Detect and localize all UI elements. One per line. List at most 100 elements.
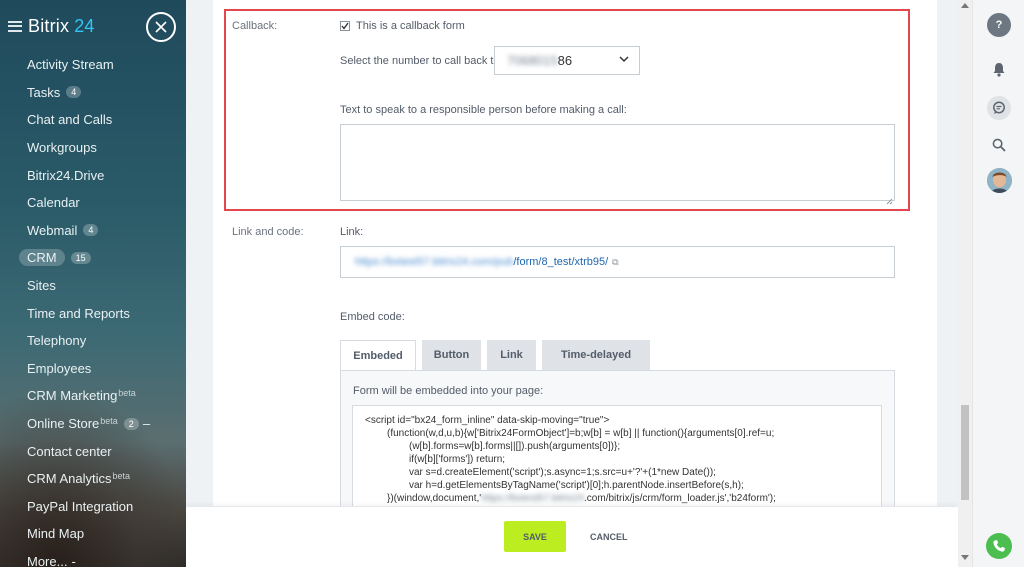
sidebar-item-label: Workgroups [27, 140, 97, 156]
sidebar-item[interactable]: Webmail 4 [0, 217, 186, 245]
sidebar-item-label: Telephony [27, 333, 87, 349]
sidebar-item[interactable]: PayPal Integration [0, 493, 186, 521]
link-label: Link: [340, 226, 364, 238]
sidebar-item[interactable]: Chat and Calls [0, 106, 186, 134]
sidebar-item[interactable]: Telephony [0, 327, 186, 355]
speak-text-input[interactable] [340, 124, 895, 201]
scrollbar[interactable] [958, 0, 972, 567]
sidebar-item-label: Online Store [27, 416, 100, 432]
sidebar-item[interactable]: Online Store beta 2– [0, 410, 186, 438]
number-visible: 86 [557, 53, 573, 68]
sidebar-item[interactable]: CRM 15 [0, 244, 186, 272]
help-icon[interactable]: ? [987, 13, 1011, 37]
collapse-marker: - [71, 553, 76, 567]
sidebar-item-label: Employees [27, 360, 92, 376]
sidebar: Bitrix 24 Activity Stream Tasks 4 Chat and C… [0, 0, 186, 567]
counter-badge: 4 [83, 224, 99, 237]
sidebar-item-label: Activity Stream [27, 57, 114, 73]
sidebar-item[interactable]: Mind Map [0, 520, 186, 548]
link-and-code-label: Link and code: [232, 226, 304, 238]
bell-icon[interactable] [987, 57, 1011, 81]
sidebar-item[interactable]: Bitrix24.Drive [0, 161, 186, 189]
sidebar-item-label: Contact center [27, 443, 112, 459]
search-icon[interactable] [987, 133, 1011, 157]
form-link[interactable]: /form/8_test/xtrb95/ [513, 256, 608, 268]
scroll-up-icon[interactable] [958, 2, 972, 12]
callback-checkbox-label: This is a callback form [356, 20, 465, 32]
code-line: var s=d.createElement('script');s.async=… [409, 467, 716, 478]
save-button[interactable]: SAVE [504, 521, 566, 552]
logo[interactable]: Bitrix 24 [8, 12, 95, 40]
callback-checkbox-row[interactable]: This is a callback form [340, 20, 465, 32]
scrollbar-thumb[interactable] [961, 405, 969, 500]
code-line: (function(w,d,u,b){w['Bitrix24FormObject… [387, 428, 775, 439]
embed-panel: Form will be embedded into your page: <s… [340, 370, 895, 507]
sidebar-item-label: PayPal Integration [27, 498, 134, 514]
beta-tag: beta [100, 415, 118, 426]
sidebar-item-label: CRM [19, 249, 65, 267]
external-link-icon[interactable]: ⧉ [612, 257, 618, 268]
counter-badge: 4 [66, 86, 82, 99]
code-line: (w[b].forms=w[b].forms||[]).push(argumen… [409, 441, 621, 452]
embed-code-label: Embed code: [340, 311, 405, 323]
sidebar-item-label: More... [27, 553, 68, 567]
tab-link[interactable]: Link [487, 340, 536, 370]
sidebar-item-label: Sites [27, 278, 56, 294]
right-toolbar: ? [972, 0, 1024, 567]
menu-icon[interactable] [8, 20, 22, 32]
speak-text-label: Text to speak to a responsible person be… [340, 104, 627, 116]
phone-icon[interactable] [986, 533, 1012, 559]
chat-icon[interactable] [987, 96, 1011, 120]
callback-number-select[interactable]: 7068015 86 [494, 46, 640, 75]
sidebar-item-label: CRM Analytics [27, 471, 112, 487]
close-icon[interactable] [146, 12, 176, 42]
footer-bar: SAVE CANCEL [186, 506, 958, 567]
code-blurred: https://bxtest57.bitrix24 [481, 493, 585, 504]
tab-embeded[interactable]: Embeded [340, 340, 416, 371]
sidebar-item-label: Chat and Calls [27, 112, 113, 128]
form-link-field[interactable]: https://bxtest57.bitrix24.com/pub /form/… [340, 246, 895, 278]
avatar[interactable] [987, 168, 1012, 193]
beta-tag: beta [118, 388, 136, 399]
callback-checkbox[interactable] [340, 21, 350, 31]
sidebar-nav: Activity Stream Tasks 4 Chat and Calls Workg… [0, 51, 186, 567]
select-number-label: Select the number to call back to: [340, 55, 503, 67]
embed-tabs: Embeded Button Link Time-delayed [340, 340, 656, 371]
beta-tag: beta [112, 470, 131, 481]
sidebar-item[interactable]: CRM Analytics beta [0, 465, 186, 493]
collapse-marker: – [142, 416, 151, 432]
code-line: <script id="bx24_form_inline" data-skip-… [365, 415, 610, 426]
sidebar-item-label: Calendar [27, 195, 80, 211]
code-line: if(w[b]['forms']) return; [409, 454, 506, 465]
callback-label: Callback: [232, 20, 278, 32]
tab-button[interactable]: Button [422, 340, 481, 370]
resize-handle[interactable] [886, 192, 893, 205]
brand-name: Bitrix 24 [28, 15, 95, 36]
tab-time-delayed[interactable]: Time-delayed [542, 340, 650, 370]
code-line: var h=d.getElementsByTagName('script')[0… [409, 480, 744, 491]
sidebar-item[interactable]: Workgroups [0, 134, 186, 162]
panel-note: Form will be embedded into your page: [353, 385, 544, 397]
sidebar-item[interactable]: Sites [0, 272, 186, 300]
code-fragment: .com/bitrix/js/crm/form_loader.js','b24f… [584, 493, 776, 504]
sidebar-item[interactable]: More... - [0, 548, 186, 567]
sidebar-item-label: Webmail [27, 222, 78, 238]
sidebar-item[interactable]: Time and Reports [0, 299, 186, 327]
cancel-button[interactable]: CANCEL [590, 521, 628, 552]
sidebar-item-label: Time and Reports [27, 305, 130, 321]
scroll-down-icon[interactable] [958, 555, 972, 565]
counter-badge: 2 [123, 417, 139, 430]
sidebar-item[interactable]: Calendar [0, 189, 186, 217]
sidebar-item[interactable]: CRM Marketing beta [0, 382, 186, 410]
number-blurred: 7068015 [507, 53, 558, 68]
sidebar-item[interactable]: Contact center [0, 437, 186, 465]
embed-code-box[interactable]: <script id="bx24_form_inline" data-skip-… [352, 405, 882, 507]
sidebar-item[interactable]: Employees [0, 355, 186, 383]
code-fragment: })(window,document,' [387, 493, 482, 504]
sidebar-item-label: Mind Map [27, 526, 85, 542]
sidebar-item[interactable]: Tasks 4 [0, 79, 186, 107]
code-line: })(window,document,'https://bxtest57.bit… [365, 492, 869, 505]
counter-badge: 15 [70, 251, 91, 264]
sidebar-item[interactable]: Activity Stream [0, 51, 186, 79]
sidebar-item-label: Bitrix24.Drive [27, 167, 105, 183]
